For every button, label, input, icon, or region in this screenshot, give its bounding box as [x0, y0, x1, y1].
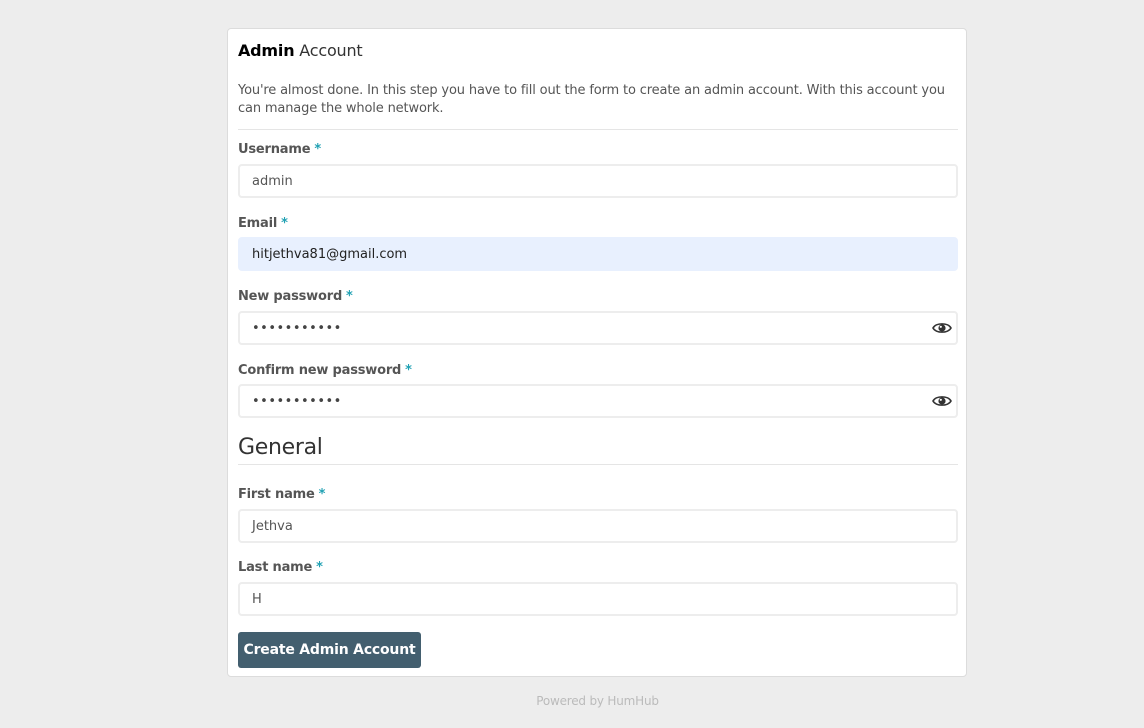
first-name-value: Jethva [252, 518, 293, 534]
first-name-label: First name * [238, 487, 326, 502]
footer-powered-by[interactable]: Powered by HumHub [0, 694, 1144, 708]
last-name-input[interactable]: H [238, 582, 958, 616]
email-input[interactable]: hitjethva81@gmail.com [238, 237, 958, 271]
new-password-value: ••••••••••• [252, 320, 342, 336]
general-divider [238, 464, 958, 465]
admin-account-panel: Admin Account You're almost done. In thi… [227, 28, 967, 677]
divider [238, 129, 958, 130]
confirm-password-value: ••••••••••• [252, 393, 342, 409]
general-heading: General [238, 435, 323, 460]
username-input[interactable]: admin [238, 164, 958, 198]
username-label: Username * [238, 142, 321, 157]
create-admin-account-button[interactable]: Create Admin Account [238, 632, 421, 668]
eye-icon[interactable] [932, 393, 952, 409]
panel-title-rest: Account [299, 41, 363, 60]
first-name-input[interactable]: Jethva [238, 509, 958, 543]
panel-title-bold: Admin [238, 41, 295, 60]
last-name-value: H [252, 591, 262, 607]
email-label: Email * [238, 216, 288, 231]
panel-title: Admin Account [238, 41, 363, 60]
eye-icon[interactable] [932, 320, 952, 336]
new-password-input[interactable]: ••••••••••• [238, 311, 958, 345]
email-value: hitjethva81@gmail.com [252, 246, 408, 262]
confirm-password-input[interactable]: ••••••••••• [238, 384, 958, 418]
username-value: admin [252, 173, 293, 189]
confirm-password-label: Confirm new password * [238, 363, 412, 378]
last-name-label: Last name * [238, 560, 323, 575]
intro-text: You're almost done. In this step you hav… [238, 83, 945, 116]
new-password-label: New password * [238, 289, 353, 304]
